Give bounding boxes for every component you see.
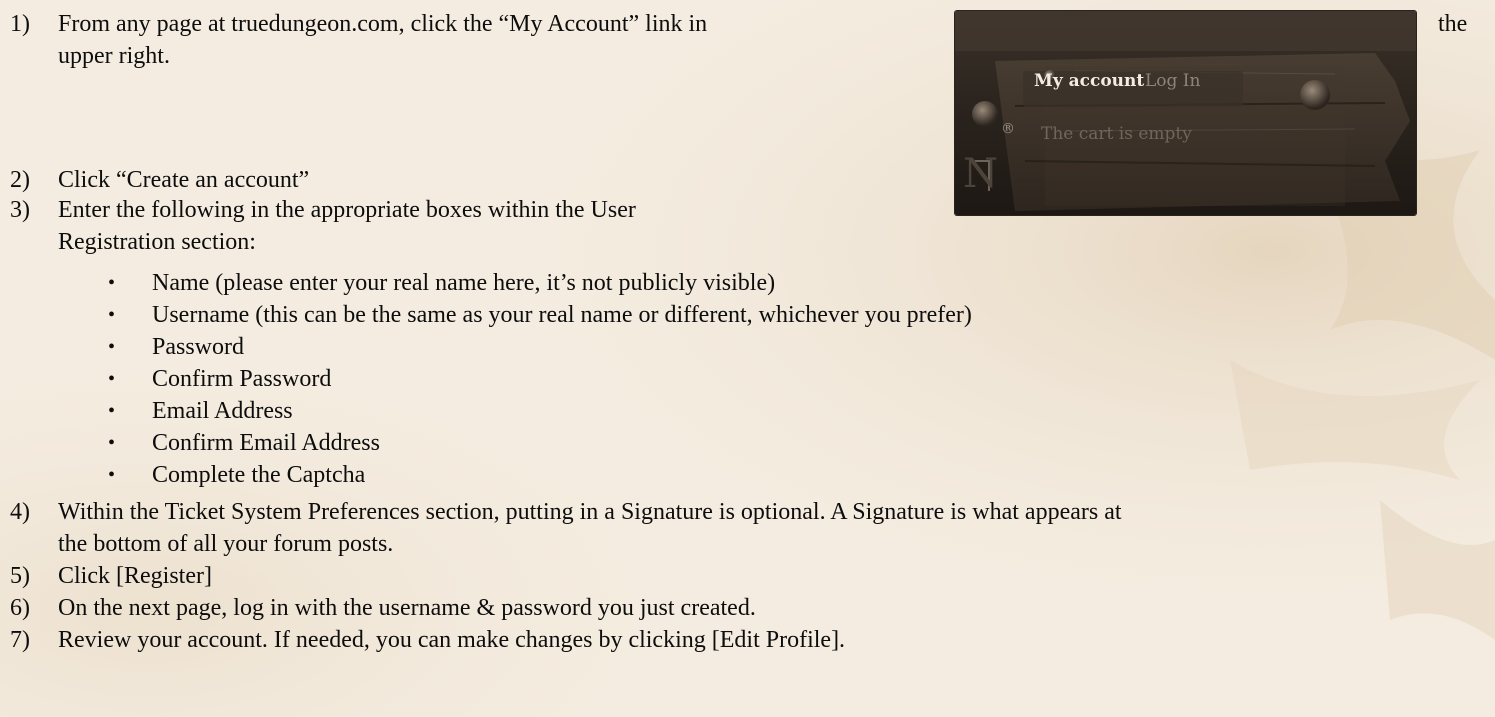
step-number: 3) (10, 197, 30, 223)
bullet-text: Email Address (152, 398, 293, 424)
step-number: 6) (10, 595, 30, 621)
step-number: 5) (10, 563, 30, 589)
bullet-text: Password (152, 334, 245, 360)
bullet-text: Name (please enter your real name here, … (152, 270, 776, 296)
bullet-text: Complete the Captcha (152, 462, 366, 488)
step-text: Review your account. If needed, you can … (58, 627, 846, 653)
bullet-icon: • (108, 400, 116, 422)
bullet-icon: • (108, 368, 116, 390)
step-text: From any page at truedungeon.com, click … (58, 11, 708, 37)
bullet-text: Confirm Email Address (152, 430, 380, 456)
bullet-icon: • (108, 432, 116, 454)
instructions-document: 1) From any page at truedungeon.com, cli… (0, 0, 1495, 717)
bullet-icon: • (108, 272, 116, 294)
step-number: 1) (10, 11, 30, 37)
bullet-text: Username (this can be the same as your r… (152, 302, 972, 328)
bullet-icon: • (108, 464, 116, 486)
step-text: Enter the following in the appropriate b… (58, 197, 636, 223)
step-text: Within the Ticket System Preferences sec… (58, 499, 1122, 525)
step-text: Click [Register] (58, 563, 212, 589)
bullet-icon: • (108, 336, 116, 358)
step-number: 7) (10, 627, 30, 653)
step-number: 4) (10, 499, 30, 525)
step-1-end-word: the (1438, 11, 1468, 37)
bullet-icon: • (108, 304, 116, 326)
step-number: 2) (10, 167, 30, 193)
bullet-text: Confirm Password (152, 366, 332, 392)
step-text: On the next page, log in with the userna… (58, 595, 756, 621)
step-text: Click “Create an account” (58, 167, 310, 193)
